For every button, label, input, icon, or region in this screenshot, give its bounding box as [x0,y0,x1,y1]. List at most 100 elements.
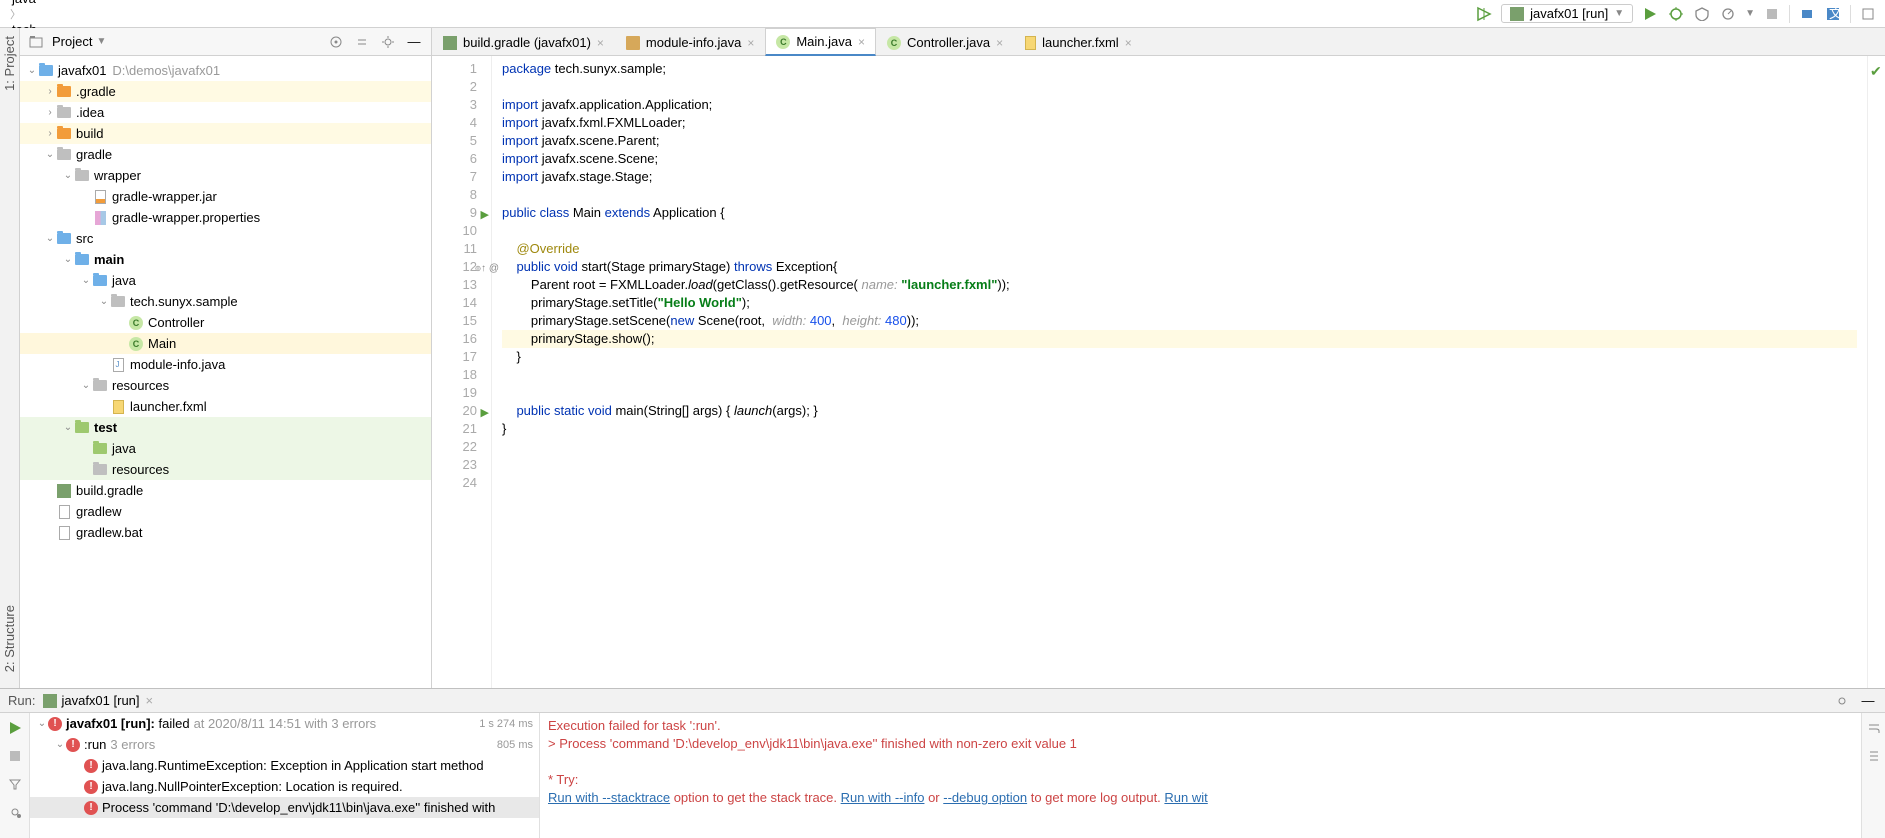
translate-icon[interactable]: 文 [1824,5,1842,23]
tree-item[interactable]: ⌄javafx01D:\demos\javafx01 [20,60,431,81]
editor-tab[interactable]: CController.java× [876,29,1014,55]
filter-icon[interactable] [6,775,24,793]
editor-tab[interactable]: launcher.fxml× [1014,29,1143,55]
run-icon[interactable] [1641,5,1659,23]
left-tool-strip: 1: Project 2: Structure [0,28,20,688]
run-line-icon[interactable]: ▶ [481,404,489,422]
minimize-icon[interactable]: — [1859,692,1877,710]
tree-item[interactable]: gradlew [20,501,431,522]
debug-icon[interactable] [1667,5,1685,23]
run-config-selector[interactable]: javafx01 [run] ▼ [1501,4,1633,23]
profile-icon[interactable] [1719,5,1737,23]
run-tree-row[interactable]: ⌄!:run 3 errors805 ms [30,734,539,755]
side-tab-project[interactable]: 1: Project [0,28,19,99]
minimize-icon[interactable]: — [405,33,423,51]
run-tree-row[interactable]: !java.lang.RuntimeException: Exception i… [30,755,539,776]
breadcrumb-item[interactable]: java [8,0,64,6]
code-area[interactable]: package tech.sunyx.sample;import javafx.… [492,56,1867,688]
editor-tabs: build.gradle (javafx01)×module-info.java… [432,28,1885,56]
run-header: Run: javafx01 [run] × — [0,689,1885,713]
folder-icon [92,273,108,289]
output-link[interactable]: Run with --stacktrace [548,790,670,805]
collapse-icon[interactable] [353,33,371,51]
class-icon: C [887,36,901,50]
tree-item[interactable]: gradle-wrapper.properties [20,207,431,228]
stop-icon[interactable] [1763,5,1781,23]
output-link[interactable]: Run wit [1164,790,1207,805]
run-tree-row[interactable]: ⌄!javafx01 [run]: failed at 2020/8/11 14… [30,713,539,734]
file-icon [92,210,108,226]
svg-text:文: 文 [1829,7,1840,21]
panel-title: Project [52,34,92,49]
editor-tab[interactable]: CMain.java× [765,28,876,56]
git-icon[interactable] [1798,5,1816,23]
tree-item[interactable]: ⌄main [20,249,431,270]
tree-item[interactable]: java [20,438,431,459]
tree-item[interactable]: ›.idea [20,102,431,123]
java-icon-tab [626,36,640,50]
gear-icon[interactable] [379,33,397,51]
close-icon[interactable]: × [996,36,1003,50]
tree-item[interactable]: build.gradle [20,480,431,501]
stop-icon[interactable] [6,747,24,765]
run-output[interactable]: Execution failed for task ':run'.> Proce… [540,713,1861,838]
select-opened-icon[interactable] [327,33,345,51]
project-panel-header: Project ▼ — [20,28,431,56]
tree-item[interactable]: CMain [20,333,431,354]
output-link[interactable]: --debug option [943,790,1027,805]
toggle-icon[interactable] [6,803,24,821]
override-icon[interactable]: ๏↑ @ [475,260,499,278]
close-icon[interactable]: × [858,35,865,49]
close-icon[interactable]: × [1125,36,1132,50]
editor-body[interactable]: 123456789▶101112๏↑ @1314151617181920▶212… [432,56,1885,688]
run-tree-row[interactable]: !Process 'command 'D:\develop_env\jdk11\… [30,797,539,818]
build-icon[interactable] [1475,5,1493,23]
chevron-down-icon[interactable]: ▼ [96,36,106,47]
folder-icon [74,252,90,268]
tree-item[interactable]: gradle-wrapper.jar [20,186,431,207]
scroll-end-icon[interactable] [1865,747,1883,765]
close-icon[interactable]: × [747,36,754,50]
output-link[interactable]: Run with --info [841,790,925,805]
close-icon[interactable]: × [597,36,604,50]
tree-item[interactable]: launcher.fxml [20,396,431,417]
close-icon[interactable]: × [146,693,154,708]
tree-item[interactable]: ⌄test [20,417,431,438]
tree-item[interactable]: CController [20,312,431,333]
tree-item[interactable]: ⌄gradle [20,144,431,165]
run-config-label: javafx01 [run] [1530,6,1608,21]
folder-icon [56,231,72,247]
tree-item[interactable]: module-info.java [20,354,431,375]
run-tree-row[interactable]: !java.lang.NullPointerException: Locatio… [30,776,539,797]
run-line-icon[interactable]: ▶ [481,206,489,224]
folder-icon [74,420,90,436]
folder-icon [92,462,108,478]
error-icon: ! [84,801,98,815]
run-tree[interactable]: ⌄!javafx01 [run]: failed at 2020/8/11 14… [30,713,540,838]
tree-item[interactable]: ⌄java [20,270,431,291]
rerun-icon[interactable] [6,719,24,737]
breadcrumb-bar: javafx01〉src〉main〉java〉tech〉sunyx〉sample… [0,0,1885,28]
tree-item[interactable]: ⌄wrapper [20,165,431,186]
file-icon fxml [1025,36,1036,50]
tree-item[interactable]: gradlew.bat [20,522,431,543]
side-tab-structure[interactable]: 2: Structure [0,597,19,680]
soft-wrap-icon[interactable] [1865,719,1883,737]
editor-tab[interactable]: module-info.java× [615,29,765,55]
maximize-icon[interactable] [1859,5,1877,23]
tree-item[interactable]: ⌄resources [20,375,431,396]
run-header-task: javafx01 [run] [61,693,139,708]
tree-item[interactable]: resources [20,459,431,480]
coverage-icon[interactable] [1693,5,1711,23]
editor-tab[interactable]: build.gradle (javafx01)× [432,29,615,55]
folder-icon [92,441,108,457]
error-icon: ! [84,759,98,773]
gradle-icon [56,483,72,499]
project-tree[interactable]: ⌄javafx01D:\demos\javafx01›.gradle›.idea… [20,56,431,688]
tree-item[interactable]: ⌄src [20,228,431,249]
gear-icon[interactable] [1833,692,1851,710]
run-header-label: Run: [8,693,35,708]
tree-item[interactable]: ⌄tech.sunyx.sample [20,291,431,312]
tree-item[interactable]: ›build [20,123,431,144]
tree-item[interactable]: ›.gradle [20,81,431,102]
